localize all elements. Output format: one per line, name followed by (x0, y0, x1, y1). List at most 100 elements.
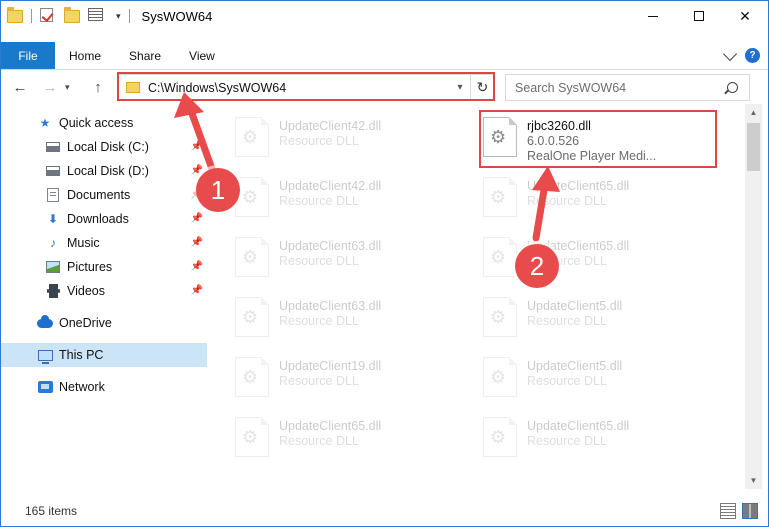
forward-arrow-icon: → (42, 79, 58, 96)
nav-label: Music (67, 236, 100, 250)
dll-file-icon (483, 297, 517, 337)
nav-documents[interactable]: Documents 📌 (1, 183, 207, 207)
documents-icon (45, 187, 61, 203)
file-item[interactable]: UpdateClient5.dllResource DLL (477, 290, 717, 348)
file-type: Resource DLL (279, 374, 359, 388)
folder-icon (7, 7, 23, 24)
help-icon[interactable]: ? (745, 48, 760, 63)
disk-icon (45, 139, 61, 155)
dll-file-icon (235, 357, 269, 397)
file-name: UpdateClient5.dll (527, 299, 623, 313)
tab-home[interactable]: Home (55, 42, 115, 69)
divider (128, 9, 130, 23)
nav-label: OneDrive (59, 316, 112, 330)
nav-downloads[interactable]: ⬇ Downloads 📌 (1, 207, 207, 231)
properties-icon[interactable] (88, 8, 104, 24)
nav-local-disk-c[interactable]: Local Disk (C:) 📌 (1, 135, 207, 159)
file-name: UpdateClient42.dll (279, 179, 382, 193)
tab-view[interactable]: View (175, 42, 229, 69)
dll-file-icon (235, 297, 269, 337)
new-folder-icon[interactable] (64, 7, 80, 24)
file-item[interactable]: UpdateClient5.dllResource DLL (477, 350, 717, 408)
scroll-down-icon[interactable]: ▼ (745, 472, 762, 489)
dll-file-icon (483, 237, 517, 277)
file-name: UpdateClient63.dll (279, 299, 382, 313)
nav-label: Local Disk (D:) (67, 164, 149, 178)
file-item[interactable]: UpdateClient42.dllResource DLL (229, 110, 469, 168)
file-item[interactable]: UpdateClient42.dllResource DLL (229, 170, 469, 228)
scroll-thumb[interactable] (747, 123, 760, 171)
nav-network[interactable]: Network (1, 375, 207, 399)
file-type: Resource DLL (527, 314, 607, 328)
expand-ribbon-icon[interactable] (722, 46, 738, 61)
back-button[interactable]: ← (9, 77, 31, 99)
details-view-icon[interactable] (720, 502, 736, 519)
nav-label: Documents (67, 188, 131, 202)
nav-label: Local Disk (C:) (67, 140, 149, 154)
tab-file[interactable]: File (1, 42, 55, 69)
file-type: Resource DLL (527, 374, 607, 388)
forward-button[interactable]: → (39, 77, 61, 99)
dll-file-icon (235, 177, 269, 217)
disk-icon (45, 163, 61, 179)
minimize-icon (648, 15, 658, 17)
file-type: Resource DLL (279, 314, 359, 328)
tiles-view-icon[interactable] (742, 502, 758, 519)
file-item[interactable]: UpdateClient65.dllResource DLL (477, 170, 717, 228)
step2-badge: 2 (515, 244, 559, 288)
quick-access-toolbar: ▾ (7, 7, 138, 24)
nav-music[interactable]: ♪ Music 📌 (1, 231, 207, 255)
file-item[interactable]: UpdateClient65.dllResource DLL (477, 410, 717, 468)
recent-locations-dropdown[interactable]: ▾ (65, 82, 79, 93)
customize-toolbar-dropdown[interactable]: ▾ (116, 11, 121, 22)
nav-label: Network (59, 380, 105, 394)
file-name: UpdateClient65.dll (527, 419, 630, 433)
dll-file-icon (235, 417, 269, 457)
close-button[interactable]: ✕ (722, 1, 768, 31)
computer-icon (37, 347, 53, 364)
scroll-up-icon[interactable]: ▲ (745, 104, 762, 121)
pin-icon: 📌 (190, 261, 203, 272)
file-name: UpdateClient65.dll (279, 419, 382, 433)
file-item[interactable]: UpdateClient19.dllResource DLL (229, 350, 469, 408)
nav-onedrive[interactable]: OneDrive (1, 311, 207, 335)
file-item[interactable]: UpdateClient65.dllResource DLL (477, 230, 717, 288)
title-bar: ▾ SysWOW64 ✕ (1, 1, 768, 31)
up-arrow-icon: ↑ (94, 79, 102, 96)
pin-icon: 📌 (190, 285, 203, 296)
file-name: UpdateClient19.dll (279, 359, 382, 373)
nav-quick-access[interactable]: ★ Quick access (1, 111, 207, 135)
properties-check-icon[interactable] (40, 8, 56, 24)
star-icon: ★ (39, 116, 51, 130)
dll-file-icon (483, 417, 517, 457)
music-icon: ♪ (50, 236, 56, 250)
nav-this-pc[interactable]: This PC (1, 343, 207, 367)
tab-share[interactable]: Share (115, 42, 175, 69)
downloads-icon: ⬇ (47, 212, 59, 226)
ribbon-tabs: File Home Share View ? (1, 42, 768, 70)
ribbon-right: ? (722, 42, 768, 69)
vertical-scrollbar[interactable]: ▲ ▼ (745, 104, 762, 489)
file-type: Resource DLL (527, 434, 607, 448)
file-item[interactable]: UpdateClient63.dllResource DLL (229, 290, 469, 348)
status-bar: 165 items (1, 495, 768, 526)
onedrive-icon (37, 314, 53, 331)
close-icon: ✕ (739, 7, 751, 24)
dll-file-icon (235, 237, 269, 277)
up-button[interactable]: ↑ (87, 77, 109, 99)
file-item[interactable]: UpdateClient65.dllResource DLL (229, 410, 469, 468)
maximize-button[interactable] (676, 1, 722, 31)
nav-pictures[interactable]: Pictures 📌 (1, 255, 207, 279)
navigation-pane: ★ Quick access Local Disk (C:) 📌 Local D… (1, 111, 207, 491)
nav-label: This PC (59, 348, 104, 362)
dll-file-icon (483, 357, 517, 397)
file-item[interactable]: UpdateClient63.dllResource DLL (229, 230, 469, 288)
search-input[interactable]: Search SysWOW64 (515, 81, 727, 95)
nav-videos[interactable]: Videos 📌 (1, 279, 207, 303)
minimize-button[interactable] (630, 1, 676, 31)
search-box[interactable]: Search SysWOW64 (505, 74, 750, 101)
nav-local-disk-d[interactable]: Local Disk (D:) 📌 (1, 159, 207, 183)
pictures-icon (45, 259, 61, 275)
back-arrow-icon: ← (12, 79, 28, 96)
file-name: UpdateClient5.dll (527, 359, 623, 373)
